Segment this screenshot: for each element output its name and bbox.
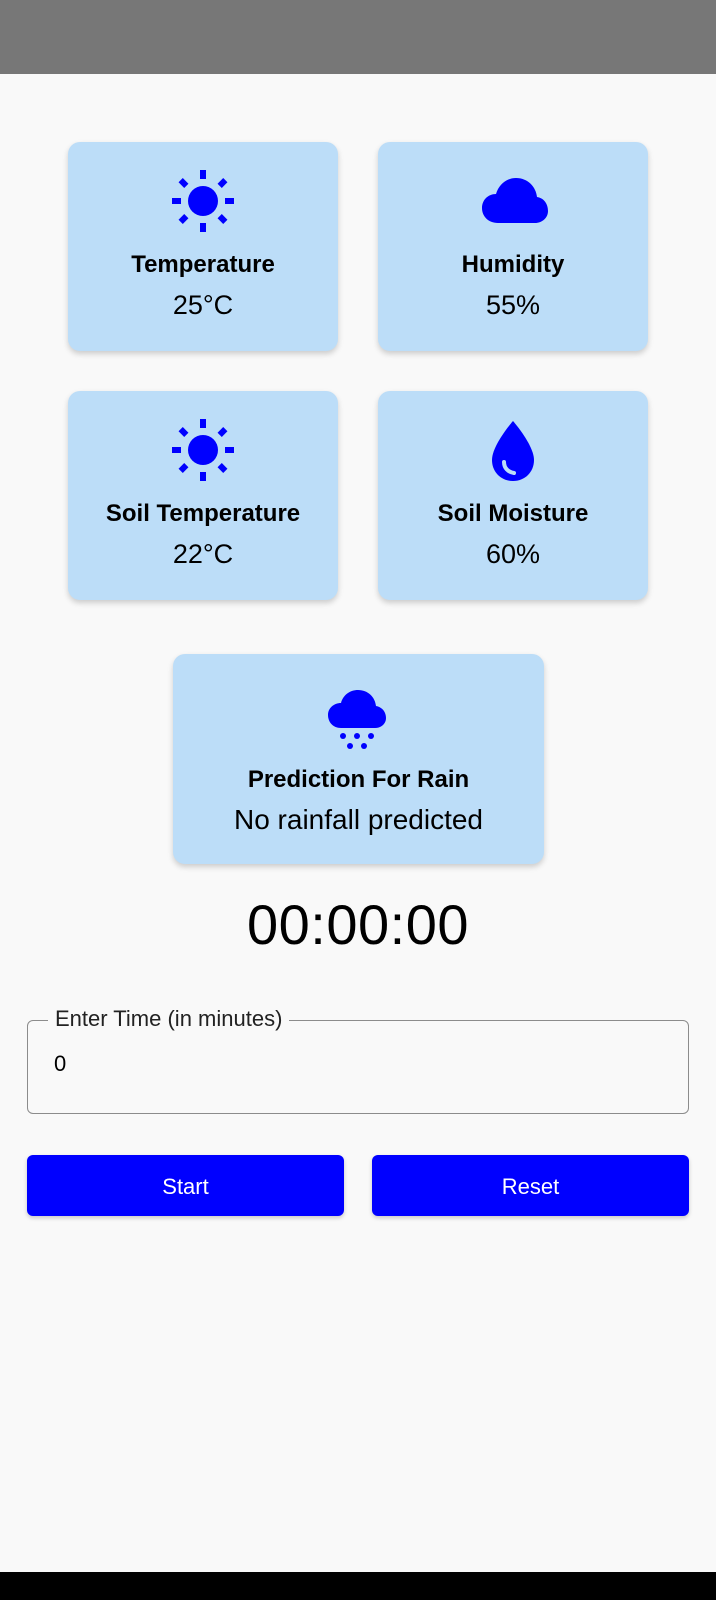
time-input-label: Enter Time (in minutes) (48, 1006, 290, 1032)
temperature-value: 25°C (172, 290, 234, 320)
reset-button[interactable]: Reset (372, 1155, 689, 1216)
timer-display: 00:00:00 (247, 893, 469, 956)
humidity-value: 55% (485, 290, 541, 320)
time-input[interactable] (54, 1051, 654, 1077)
water-drop-icon (492, 421, 534, 481)
soil-temperature-card: Soil Temperature 22°C (68, 391, 338, 600)
soil-temperature-value: 22°C (172, 539, 234, 569)
soil-temperature-label: Soil Temperature (105, 500, 301, 527)
soil-moisture-card: Soil Moisture 60% (378, 391, 648, 600)
temperature-card: Temperature 25°C (68, 142, 338, 351)
soil-moisture-label: Soil Moisture (437, 500, 589, 527)
rain-prediction-card: Prediction For Rain No rainfall predicte… (173, 654, 544, 864)
temperature-label: Temperature (131, 251, 275, 278)
rain-prediction-label: Prediction For Rain (247, 766, 470, 793)
rain-cloud-icon (328, 690, 386, 749)
humidity-card: Humidity 55% (378, 142, 648, 351)
start-button[interactable]: Start (27, 1155, 344, 1216)
cloud-icon (482, 178, 548, 223)
sun-icon (172, 170, 234, 232)
soil-moisture-value: 60% (485, 539, 541, 569)
rain-prediction-value: No rainfall predicted (233, 804, 484, 835)
sun-icon (172, 419, 234, 481)
navigation-bar (0, 1572, 716, 1600)
status-bar (0, 0, 716, 74)
humidity-label: Humidity (461, 251, 565, 278)
time-input-field[interactable]: Enter Time (in minutes) (27, 1006, 689, 1114)
